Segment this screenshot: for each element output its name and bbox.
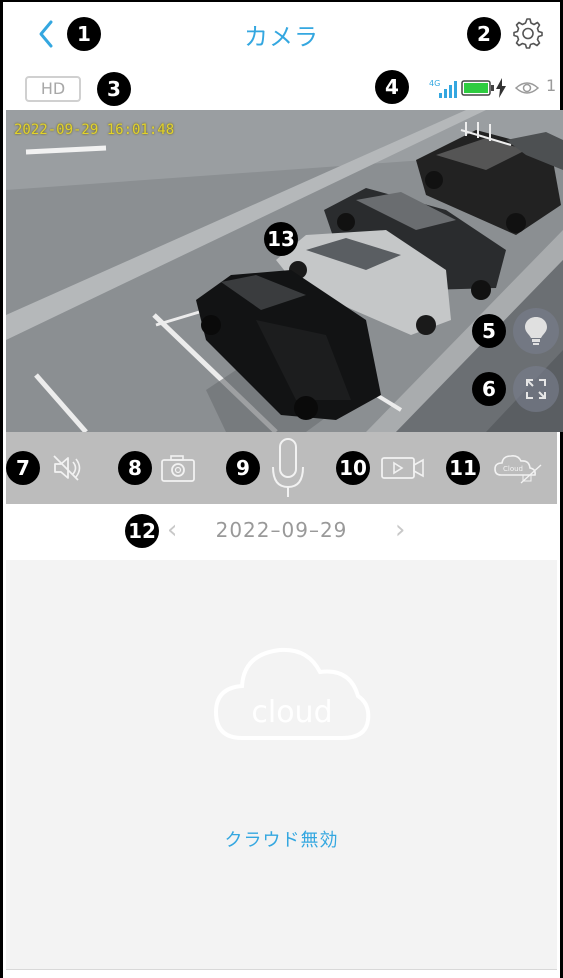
annotation-marker-10: 10 xyxy=(336,451,370,485)
control-toolbar: 7 8 9 10 11 Cloud xyxy=(6,432,557,504)
viewers-eye-icon xyxy=(515,82,539,94)
video-record-icon xyxy=(381,457,424,479)
light-toggle-button[interactable] xyxy=(513,308,559,354)
cloud-icon: cloud xyxy=(213,647,371,740)
annotation-marker-9: 9 xyxy=(226,451,260,485)
mute-icon xyxy=(53,455,81,481)
video-timestamp: 2022-09-29 16:01:48 xyxy=(14,122,175,138)
gear-icon xyxy=(513,18,543,49)
annotation-marker-5: 5 xyxy=(472,314,506,348)
camera-status-bar: HD 3 4 4G 1 xyxy=(3,66,560,110)
back-button[interactable] xyxy=(33,16,61,52)
fullscreen-button[interactable] xyxy=(513,366,559,412)
viewer-count: 1 xyxy=(546,76,557,95)
record-button[interactable] xyxy=(378,446,428,490)
cloud-storage-button[interactable]: Cloud xyxy=(492,446,544,490)
signal-icon: 4G xyxy=(429,79,457,98)
cloud-icon-text: cloud xyxy=(251,695,332,730)
app-screen: 1 カメラ 2 HD 3 4 4G 1 2022-09-29 16:01:48 … xyxy=(0,0,563,978)
next-date-button[interactable]: › xyxy=(395,516,405,544)
cloud-icon-label: Cloud xyxy=(503,465,523,473)
annotation-marker-4: 4 xyxy=(375,70,409,104)
annotation-marker-11: 11 xyxy=(446,451,480,485)
annotation-marker-1: 1 xyxy=(67,17,101,51)
date-navigator: 12 ‹ 2022–09–29 › xyxy=(3,504,560,560)
mute-button[interactable] xyxy=(46,446,90,490)
charging-icon xyxy=(496,78,506,98)
bottom-divider xyxy=(6,969,557,970)
annotation-marker-3: 3 xyxy=(97,72,131,106)
talk-button[interactable] xyxy=(266,436,310,500)
cloud-playback-panel: cloud クラウド無効 xyxy=(6,560,557,970)
cloud-status-text: クラウド無効 xyxy=(224,830,339,851)
annotation-marker-8: 8 xyxy=(118,451,152,485)
quality-toggle-button[interactable]: HD xyxy=(25,76,81,102)
cloud-off-icon: Cloud xyxy=(494,455,542,484)
battery-icon xyxy=(461,80,494,96)
annotation-marker-2: 2 xyxy=(467,17,501,51)
top-bar: 1 カメラ 2 xyxy=(3,2,560,67)
microphone-icon xyxy=(272,438,304,497)
camera-snapshot-icon xyxy=(161,455,195,482)
fullscreen-icon xyxy=(526,379,546,399)
settings-button[interactable] xyxy=(510,16,544,50)
snapshot-button[interactable] xyxy=(156,446,200,490)
page-title: カメラ xyxy=(244,22,319,51)
network-type-label: 4G xyxy=(429,79,440,88)
annotation-marker-6: 6 xyxy=(472,372,506,406)
live-video-feed[interactable]: 2022-09-29 16:01:48 13 5 6 xyxy=(6,110,563,432)
annotation-marker-13: 13 xyxy=(264,222,298,256)
bulb-icon xyxy=(525,317,547,345)
annotation-marker-7: 7 xyxy=(6,451,40,485)
chevron-left-icon xyxy=(39,20,53,48)
current-date: 2022–09–29 xyxy=(215,518,348,542)
